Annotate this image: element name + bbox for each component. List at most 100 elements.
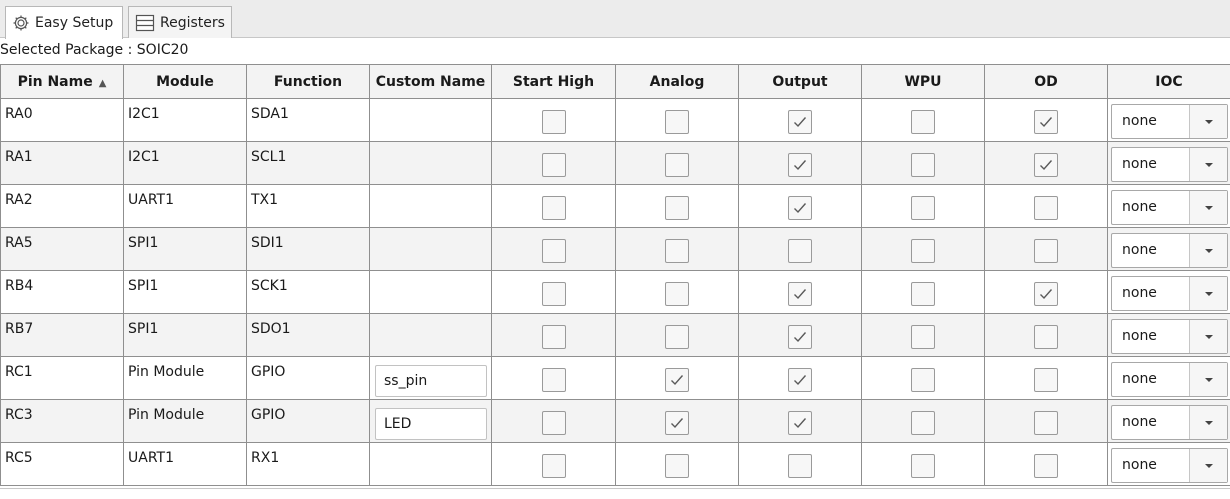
od-checkbox[interactable]	[1034, 281, 1058, 306]
ioc-dropdown[interactable]: none	[1111, 104, 1228, 139]
col-header-function[interactable]: Function	[246, 64, 370, 99]
col-header-module[interactable]: Module	[123, 64, 247, 99]
start-high-checkbox[interactable]	[541, 367, 566, 392]
output-checkbox[interactable]	[788, 410, 812, 435]
ioc-dropdown[interactable]: none	[1111, 147, 1228, 182]
col-header-start-high[interactable]: Start High	[491, 64, 616, 99]
output-checkbox[interactable]	[788, 152, 812, 177]
cell-output	[738, 141, 862, 185]
dropdown-arrow-button[interactable]	[1189, 234, 1227, 267]
dropdown-arrow-button[interactable]	[1189, 406, 1227, 439]
output-checkbox[interactable]	[788, 238, 812, 263]
wpu-checkbox[interactable]	[911, 109, 935, 134]
start-high-checkbox[interactable]	[541, 195, 566, 220]
analog-checkbox[interactable]	[665, 324, 689, 349]
cell-function: GPIO	[246, 399, 370, 443]
table-row[interactable]: RA5 SPI1 SDI1 none	[0, 227, 1230, 271]
col-header-wpu[interactable]: WPU	[861, 64, 985, 99]
od-checkbox[interactable]	[1034, 410, 1058, 435]
cell-ioc: none	[1107, 442, 1230, 486]
output-checkbox[interactable]	[788, 109, 812, 134]
ioc-dropdown[interactable]: none	[1111, 362, 1228, 397]
table-row[interactable]: RA1 I2C1 SCL1 none	[0, 141, 1230, 185]
start-high-checkbox[interactable]	[541, 410, 566, 435]
cell-custom-name[interactable]	[369, 442, 492, 486]
dropdown-arrow-button[interactable]	[1189, 320, 1227, 353]
ioc-dropdown[interactable]: none	[1111, 319, 1228, 354]
od-checkbox[interactable]	[1034, 367, 1058, 392]
cell-analog	[615, 141, 739, 185]
wpu-checkbox[interactable]	[911, 238, 935, 263]
col-header-ioc[interactable]: IOC	[1107, 64, 1230, 99]
analog-checkbox[interactable]	[665, 410, 689, 435]
wpu-checkbox[interactable]	[911, 281, 935, 306]
cell-custom-name[interactable]	[369, 270, 492, 314]
output-checkbox[interactable]	[788, 367, 812, 392]
od-checkbox[interactable]	[1034, 152, 1058, 177]
analog-checkbox[interactable]	[665, 367, 689, 392]
analog-checkbox[interactable]	[665, 195, 689, 220]
od-checkbox[interactable]	[1034, 324, 1058, 349]
analog-checkbox[interactable]	[665, 281, 689, 306]
col-header-pin-name[interactable]: Pin Name ▲	[0, 64, 124, 99]
ioc-dropdown[interactable]: none	[1111, 276, 1228, 311]
wpu-checkbox[interactable]	[911, 367, 935, 392]
dropdown-arrow-button[interactable]	[1189, 105, 1227, 138]
od-checkbox[interactable]	[1034, 238, 1058, 263]
start-high-checkbox[interactable]	[541, 238, 566, 263]
table-row[interactable]: RC3Pin ModuleGPIO none	[0, 399, 1230, 443]
start-high-checkbox[interactable]	[541, 324, 566, 349]
start-high-checkbox[interactable]	[541, 453, 566, 478]
custom-name-input[interactable]	[375, 408, 487, 440]
table-row[interactable]: RC1Pin ModuleGPIO none	[0, 356, 1230, 400]
analog-checkbox[interactable]	[665, 453, 689, 478]
wpu-checkbox[interactable]	[911, 453, 935, 478]
output-checkbox[interactable]	[788, 324, 812, 349]
cell-custom-name[interactable]	[369, 184, 492, 228]
wpu-checkbox[interactable]	[911, 410, 935, 435]
tab-registers[interactable]: Registers	[128, 6, 232, 38]
dropdown-arrow-button[interactable]	[1189, 449, 1227, 482]
col-header-analog[interactable]: Analog	[615, 64, 739, 99]
table-row[interactable]: RC5 UART1 RX1 none	[0, 442, 1230, 486]
analog-checkbox[interactable]	[665, 238, 689, 263]
cell-module: Pin Module	[123, 399, 247, 443]
output-checkbox[interactable]	[788, 453, 812, 478]
od-checkbox[interactable]	[1034, 453, 1058, 478]
table-row[interactable]: RB7 SPI1 SDO1 none	[0, 313, 1230, 357]
col-header-custom-name[interactable]: Custom Name	[369, 64, 492, 99]
wpu-checkbox[interactable]	[911, 324, 935, 349]
ioc-dropdown[interactable]: none	[1111, 233, 1228, 268]
table-row[interactable]: RA0 I2C1 SDA1 none	[0, 98, 1230, 142]
cell-custom-name[interactable]	[369, 141, 492, 185]
analog-checkbox[interactable]	[665, 152, 689, 177]
dropdown-arrow-button[interactable]	[1189, 277, 1227, 310]
custom-name-input[interactable]	[375, 365, 487, 397]
cell-custom-name[interactable]	[369, 98, 492, 142]
wpu-checkbox[interactable]	[911, 152, 935, 177]
start-high-checkbox[interactable]	[541, 152, 566, 177]
cell-custom-name[interactable]	[369, 313, 492, 357]
od-checkbox[interactable]	[1034, 195, 1058, 220]
ioc-dropdown[interactable]: none	[1111, 448, 1228, 483]
cell-function: TX1	[246, 184, 370, 228]
cell-module: UART1	[123, 184, 247, 228]
start-high-checkbox[interactable]	[541, 281, 566, 306]
output-checkbox[interactable]	[788, 281, 812, 306]
output-checkbox[interactable]	[788, 195, 812, 220]
col-header-od[interactable]: OD	[984, 64, 1108, 99]
dropdown-arrow-button[interactable]	[1189, 191, 1227, 224]
analog-checkbox[interactable]	[665, 109, 689, 134]
dropdown-arrow-button[interactable]	[1189, 363, 1227, 396]
table-row[interactable]: RA2 UART1 TX1 none	[0, 184, 1230, 228]
dropdown-arrow-button[interactable]	[1189, 148, 1227, 181]
tab-easy-setup[interactable]: Easy Setup	[5, 6, 123, 39]
ioc-dropdown[interactable]: none	[1111, 405, 1228, 440]
start-high-checkbox[interactable]	[541, 109, 566, 134]
cell-custom-name[interactable]	[369, 227, 492, 271]
ioc-dropdown[interactable]: none	[1111, 190, 1228, 225]
table-row[interactable]: RB4 SPI1 SCK1 none	[0, 270, 1230, 314]
wpu-checkbox[interactable]	[911, 195, 935, 220]
od-checkbox[interactable]	[1034, 109, 1058, 134]
col-header-output[interactable]: Output	[738, 64, 862, 99]
